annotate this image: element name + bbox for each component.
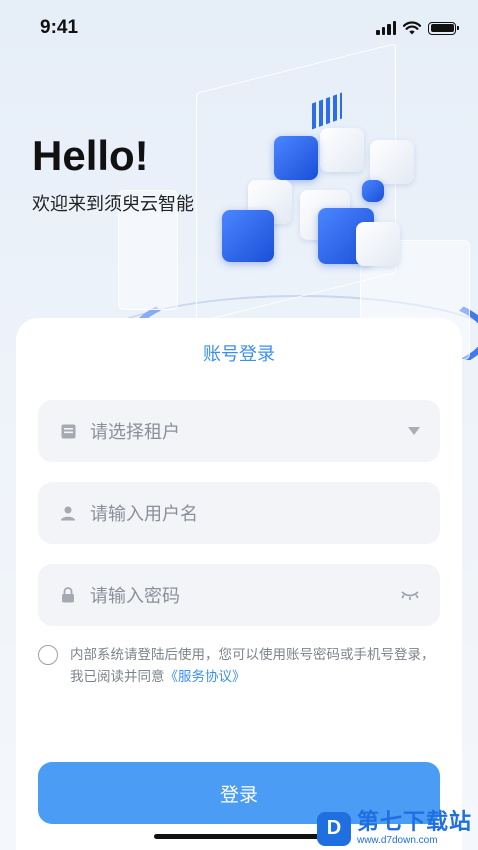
document-icon: [60, 423, 76, 439]
tenant-select[interactable]: 请选择租户: [38, 400, 440, 462]
lock-icon: [60, 587, 76, 603]
agreement-text: 内部系统请登陆后使用，您可以使用账号密码或手机号登录，我已阅读并同意《服务协议》: [70, 647, 435, 685]
login-card: 账号登录 请选择租户 请输入用户名 请输入密码 内部系统请登陆后使用，您可以使用…: [16, 318, 462, 850]
dropdown-arrow-icon[interactable]: [408, 427, 420, 435]
login-title: 账号登录: [203, 344, 275, 365]
password-input[interactable]: 请输入密码: [38, 564, 440, 626]
status-icons: [376, 21, 459, 35]
tenant-placeholder: 请选择租户: [90, 422, 180, 443]
home-indicator[interactable]: [154, 834, 324, 839]
agreement-row: 内部系统请登陆后使用，您可以使用账号密码或手机号登录，我已阅读并同意《服务协议》: [38, 644, 442, 688]
welcome-subtitle: 欢迎来到须臾云智能: [32, 194, 194, 215]
watermark-logo: D: [316, 811, 351, 846]
username-input[interactable]: 请输入用户名: [38, 482, 440, 544]
user-icon: [60, 505, 76, 521]
cellular-signal-icon: [376, 21, 396, 35]
eye-closed-icon[interactable]: [400, 586, 420, 605]
battery-icon: [428, 21, 459, 35]
service-agreement-link[interactable]: 《服务协议》: [165, 669, 246, 685]
watermark-name: 第七下载站: [356, 810, 472, 835]
wifi-icon: [403, 21, 421, 35]
watermark-url: www.d7down.com: [356, 835, 438, 846]
status-time: 9:41: [40, 17, 79, 38]
greeting-heading: Hello!: [32, 132, 149, 179]
username-placeholder: 请输入用户名: [90, 504, 198, 525]
agreement-checkbox[interactable]: [38, 645, 58, 665]
watermark: D 第七下载站 www.d7down.com: [316, 810, 472, 846]
password-placeholder: 请输入密码: [90, 586, 180, 607]
